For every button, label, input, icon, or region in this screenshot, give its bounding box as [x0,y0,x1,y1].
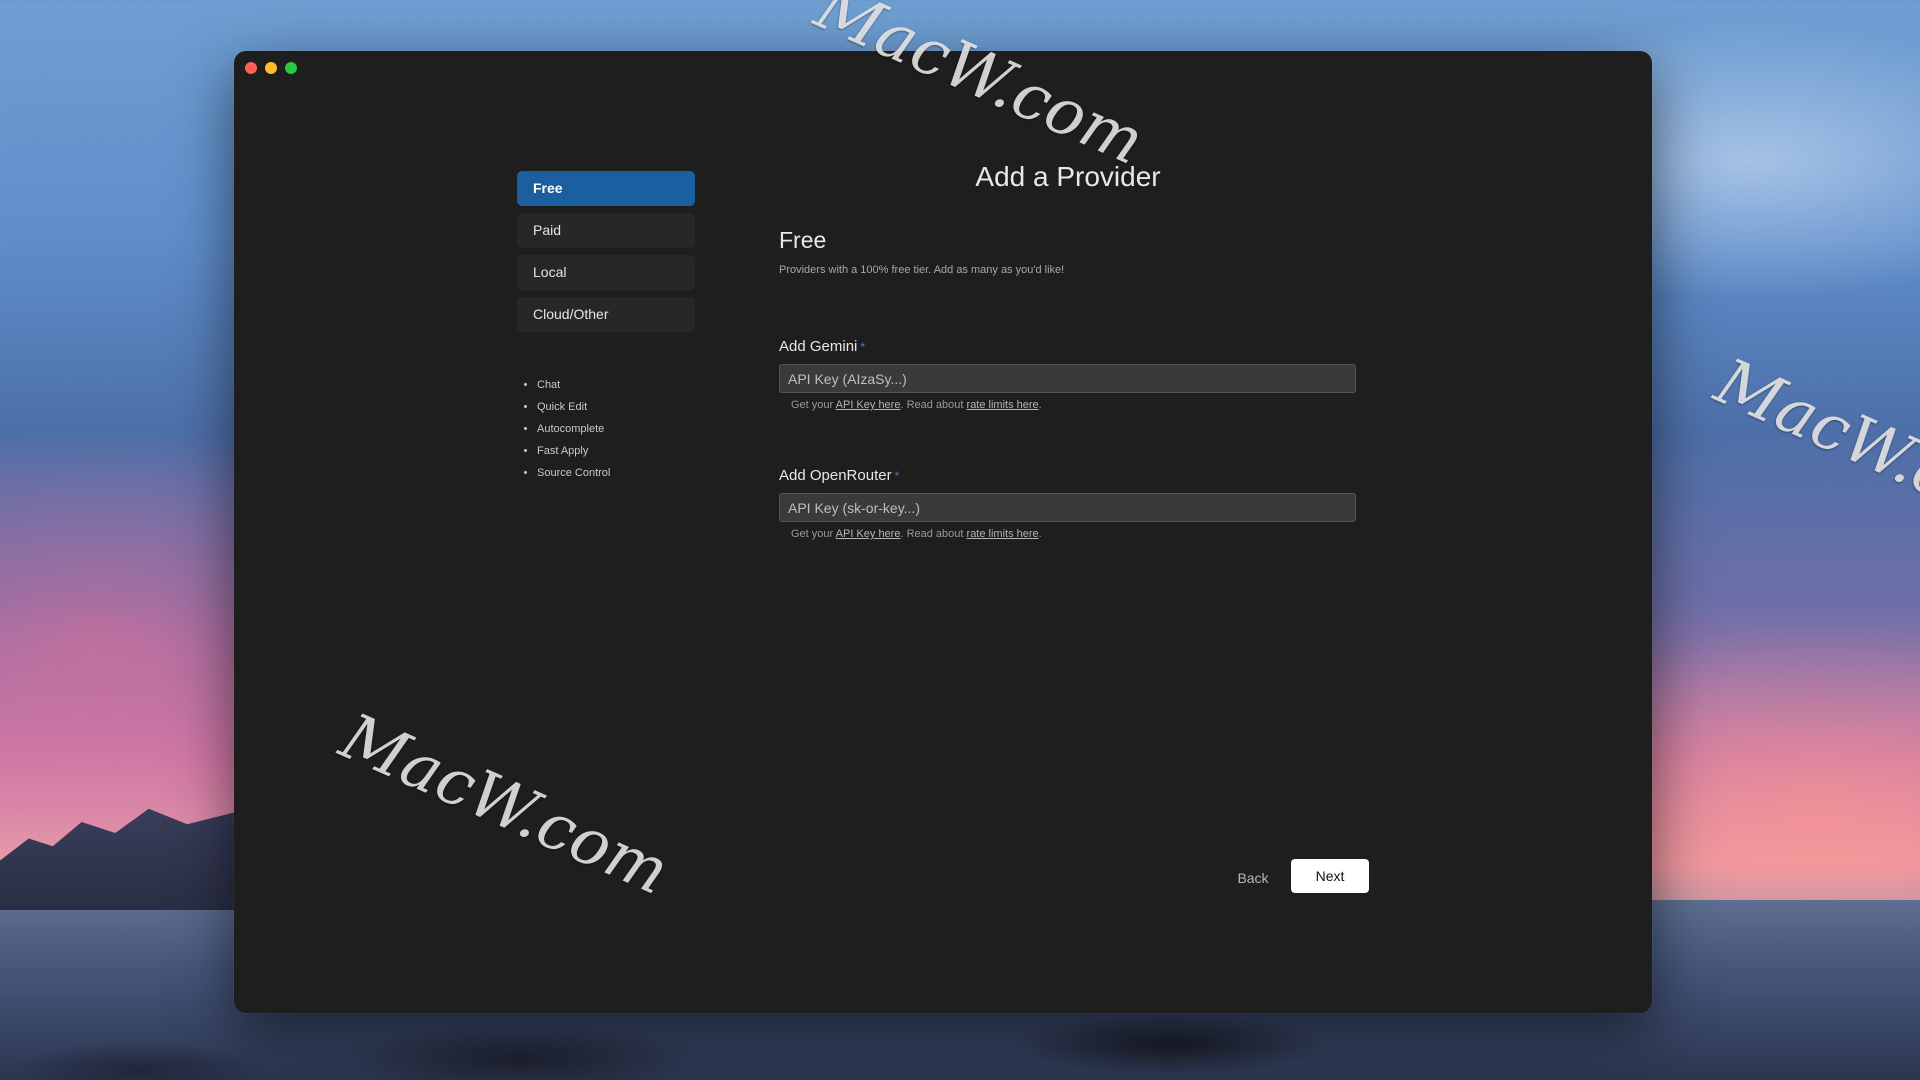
gemini-provider-group: Add Gemini* Get your API Key here. Read … [779,338,1356,411]
next-button[interactable]: Next [1291,859,1369,893]
background-hills [0,808,240,910]
gemini-label: Add Gemini * [779,338,1356,356]
required-mark: * [860,340,866,354]
section-description: Providers with a 100% free tier. Add as … [779,264,1065,276]
openrouter-provider-group: Add OpenRouter* Get your API Key here. R… [779,467,1356,540]
app-window: Free Paid Local Cloud/Other Chat Quick E… [234,51,1652,1013]
openrouter-api-key-link[interactable]: API Key here [836,528,901,540]
feature-item-chat: Chat [537,374,695,396]
hint-prefix: Get your [791,528,836,540]
feature-item-autocomplete: Autocomplete [537,418,695,440]
feature-item-fast-apply: Fast Apply [537,440,695,462]
feature-item-source-control: Source Control [537,462,695,484]
gemini-api-key-input[interactable] [779,364,1356,393]
gemini-api-key-link[interactable]: API Key here [836,399,901,411]
tab-cloud-other[interactable]: Cloud/Other [517,297,695,332]
gemini-rate-limits-link[interactable]: rate limits here [967,399,1039,411]
tab-free[interactable]: Free [517,171,695,206]
watermark: MacW.com [1704,345,1920,555]
required-mark: * [894,469,900,483]
back-button[interactable]: Back [1218,861,1288,895]
gemini-hint: Get your API Key here. Read about rate l… [791,399,1356,411]
hint-prefix: Get your [791,399,836,411]
provider-category-sidebar: Free Paid Local Cloud/Other Chat Quick E… [517,171,695,484]
maximize-window-button[interactable] [285,62,297,74]
close-window-button[interactable] [245,62,257,74]
tab-local[interactable]: Local [517,255,695,290]
window-controls [245,62,297,74]
hint-suffix: . [1038,399,1042,411]
openrouter-api-key-input[interactable] [779,493,1356,522]
hint-middle: . Read about [900,399,967,411]
page-title: Add a Provider [975,161,1161,192]
tab-paid[interactable]: Paid [517,213,695,248]
openrouter-label: Add OpenRouter * [779,467,1356,485]
minimize-window-button[interactable] [265,62,277,74]
hint-suffix: . [1038,528,1042,540]
feature-list: Chat Quick Edit Autocomplete Fast Apply … [517,374,695,484]
openrouter-label-text: Add OpenRouter [779,467,892,484]
gemini-label-text: Add Gemini [779,338,858,355]
openrouter-hint: Get your API Key here. Read about rate l… [791,528,1356,540]
openrouter-rate-limits-link[interactable]: rate limits here [967,528,1039,540]
hint-middle: . Read about [900,528,967,540]
feature-item-quick-edit: Quick Edit [537,396,695,418]
section-title: Free [779,227,827,253]
